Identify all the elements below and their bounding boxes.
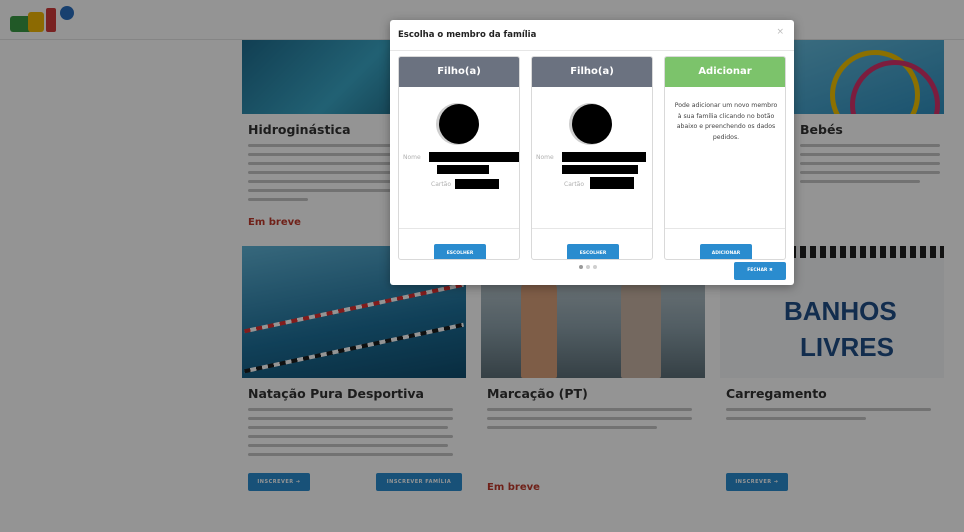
avatar <box>439 104 479 144</box>
member-card-footer-divider <box>532 228 652 229</box>
name-label: Nome <box>536 154 554 161</box>
redacted-name <box>562 165 638 174</box>
redacted-name <box>429 152 519 162</box>
member-card-header: Filho(a) <box>532 57 652 87</box>
modal-divider <box>390 50 794 51</box>
add-member-button[interactable]: ADICIONAR <box>700 244 752 259</box>
modal-title: Escolha o membro da família <box>398 30 537 40</box>
name-label: Nome <box>403 154 421 161</box>
carousel-dot[interactable] <box>593 265 597 269</box>
member-card-footer-divider <box>399 228 519 229</box>
redacted-name <box>562 152 646 162</box>
close-icon[interactable]: × <box>776 27 784 37</box>
member-card-header: Filho(a) <box>399 57 519 87</box>
redacted-card-number <box>590 177 634 189</box>
choose-member-button[interactable]: ESCOLHER <box>434 244 486 259</box>
family-member-modal: Escolha o membro da família × Filho(a) N… <box>390 20 794 285</box>
member-card: Filho(a) Nome Cartão ESCOLHER <box>531 56 653 260</box>
carousel-dot[interactable] <box>586 265 590 269</box>
carousel-dot[interactable] <box>579 265 583 269</box>
card-label: Cartão <box>431 181 452 188</box>
card-label: Cartão <box>564 181 585 188</box>
add-member-header: Adicionar <box>665 57 785 87</box>
close-modal-button[interactable]: FECHAR ✖ <box>734 262 786 280</box>
member-card-footer-divider <box>665 228 785 229</box>
carousel-dots <box>579 254 600 273</box>
redacted-card-number <box>455 179 499 189</box>
add-member-card: Adicionar Pode adicionar um novo membro … <box>664 56 786 260</box>
avatar <box>572 104 612 144</box>
member-card: Filho(a) Nome Cartão ESCOLHER <box>398 56 520 260</box>
add-member-text: Pode adicionar um novo membro à sua famí… <box>674 102 778 141</box>
redacted-name <box>437 165 489 174</box>
